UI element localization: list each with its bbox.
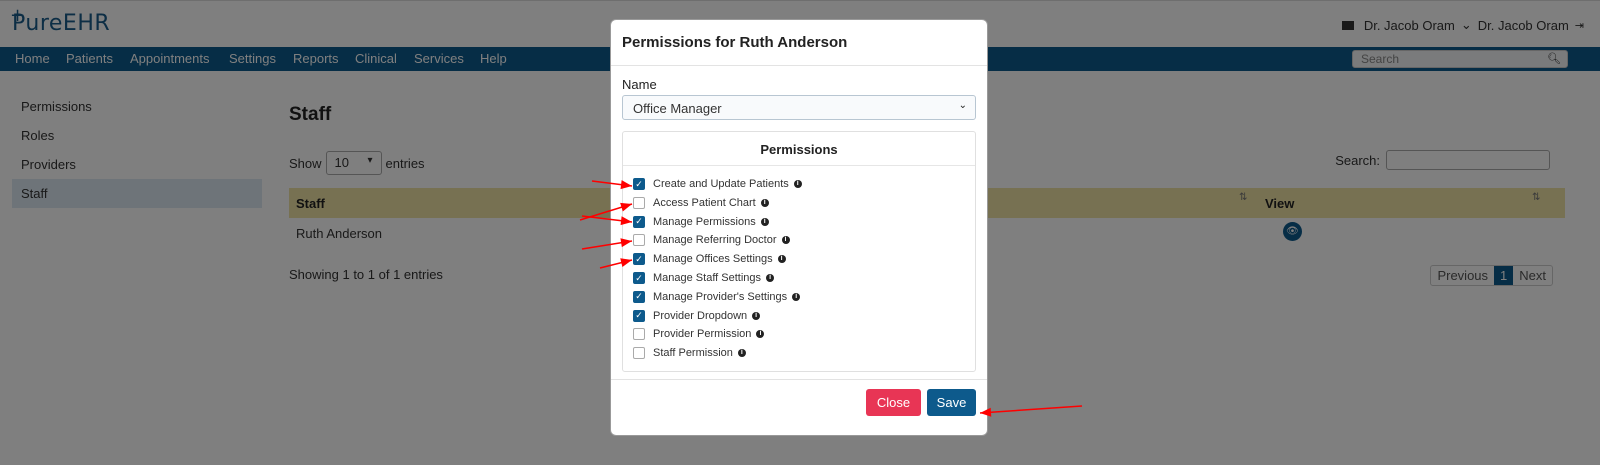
annotation-arrow-head [620,258,632,268]
annotation-arrow-head [620,180,632,190]
annotation-arrow-head [980,407,992,417]
annotation-arrows [579,180,1083,417]
annotation-arrow-head [620,238,632,248]
annotation-arrow-line [979,405,1083,414]
annotation-arrow-head [620,216,632,226]
annotation-arrow-head [620,202,632,212]
